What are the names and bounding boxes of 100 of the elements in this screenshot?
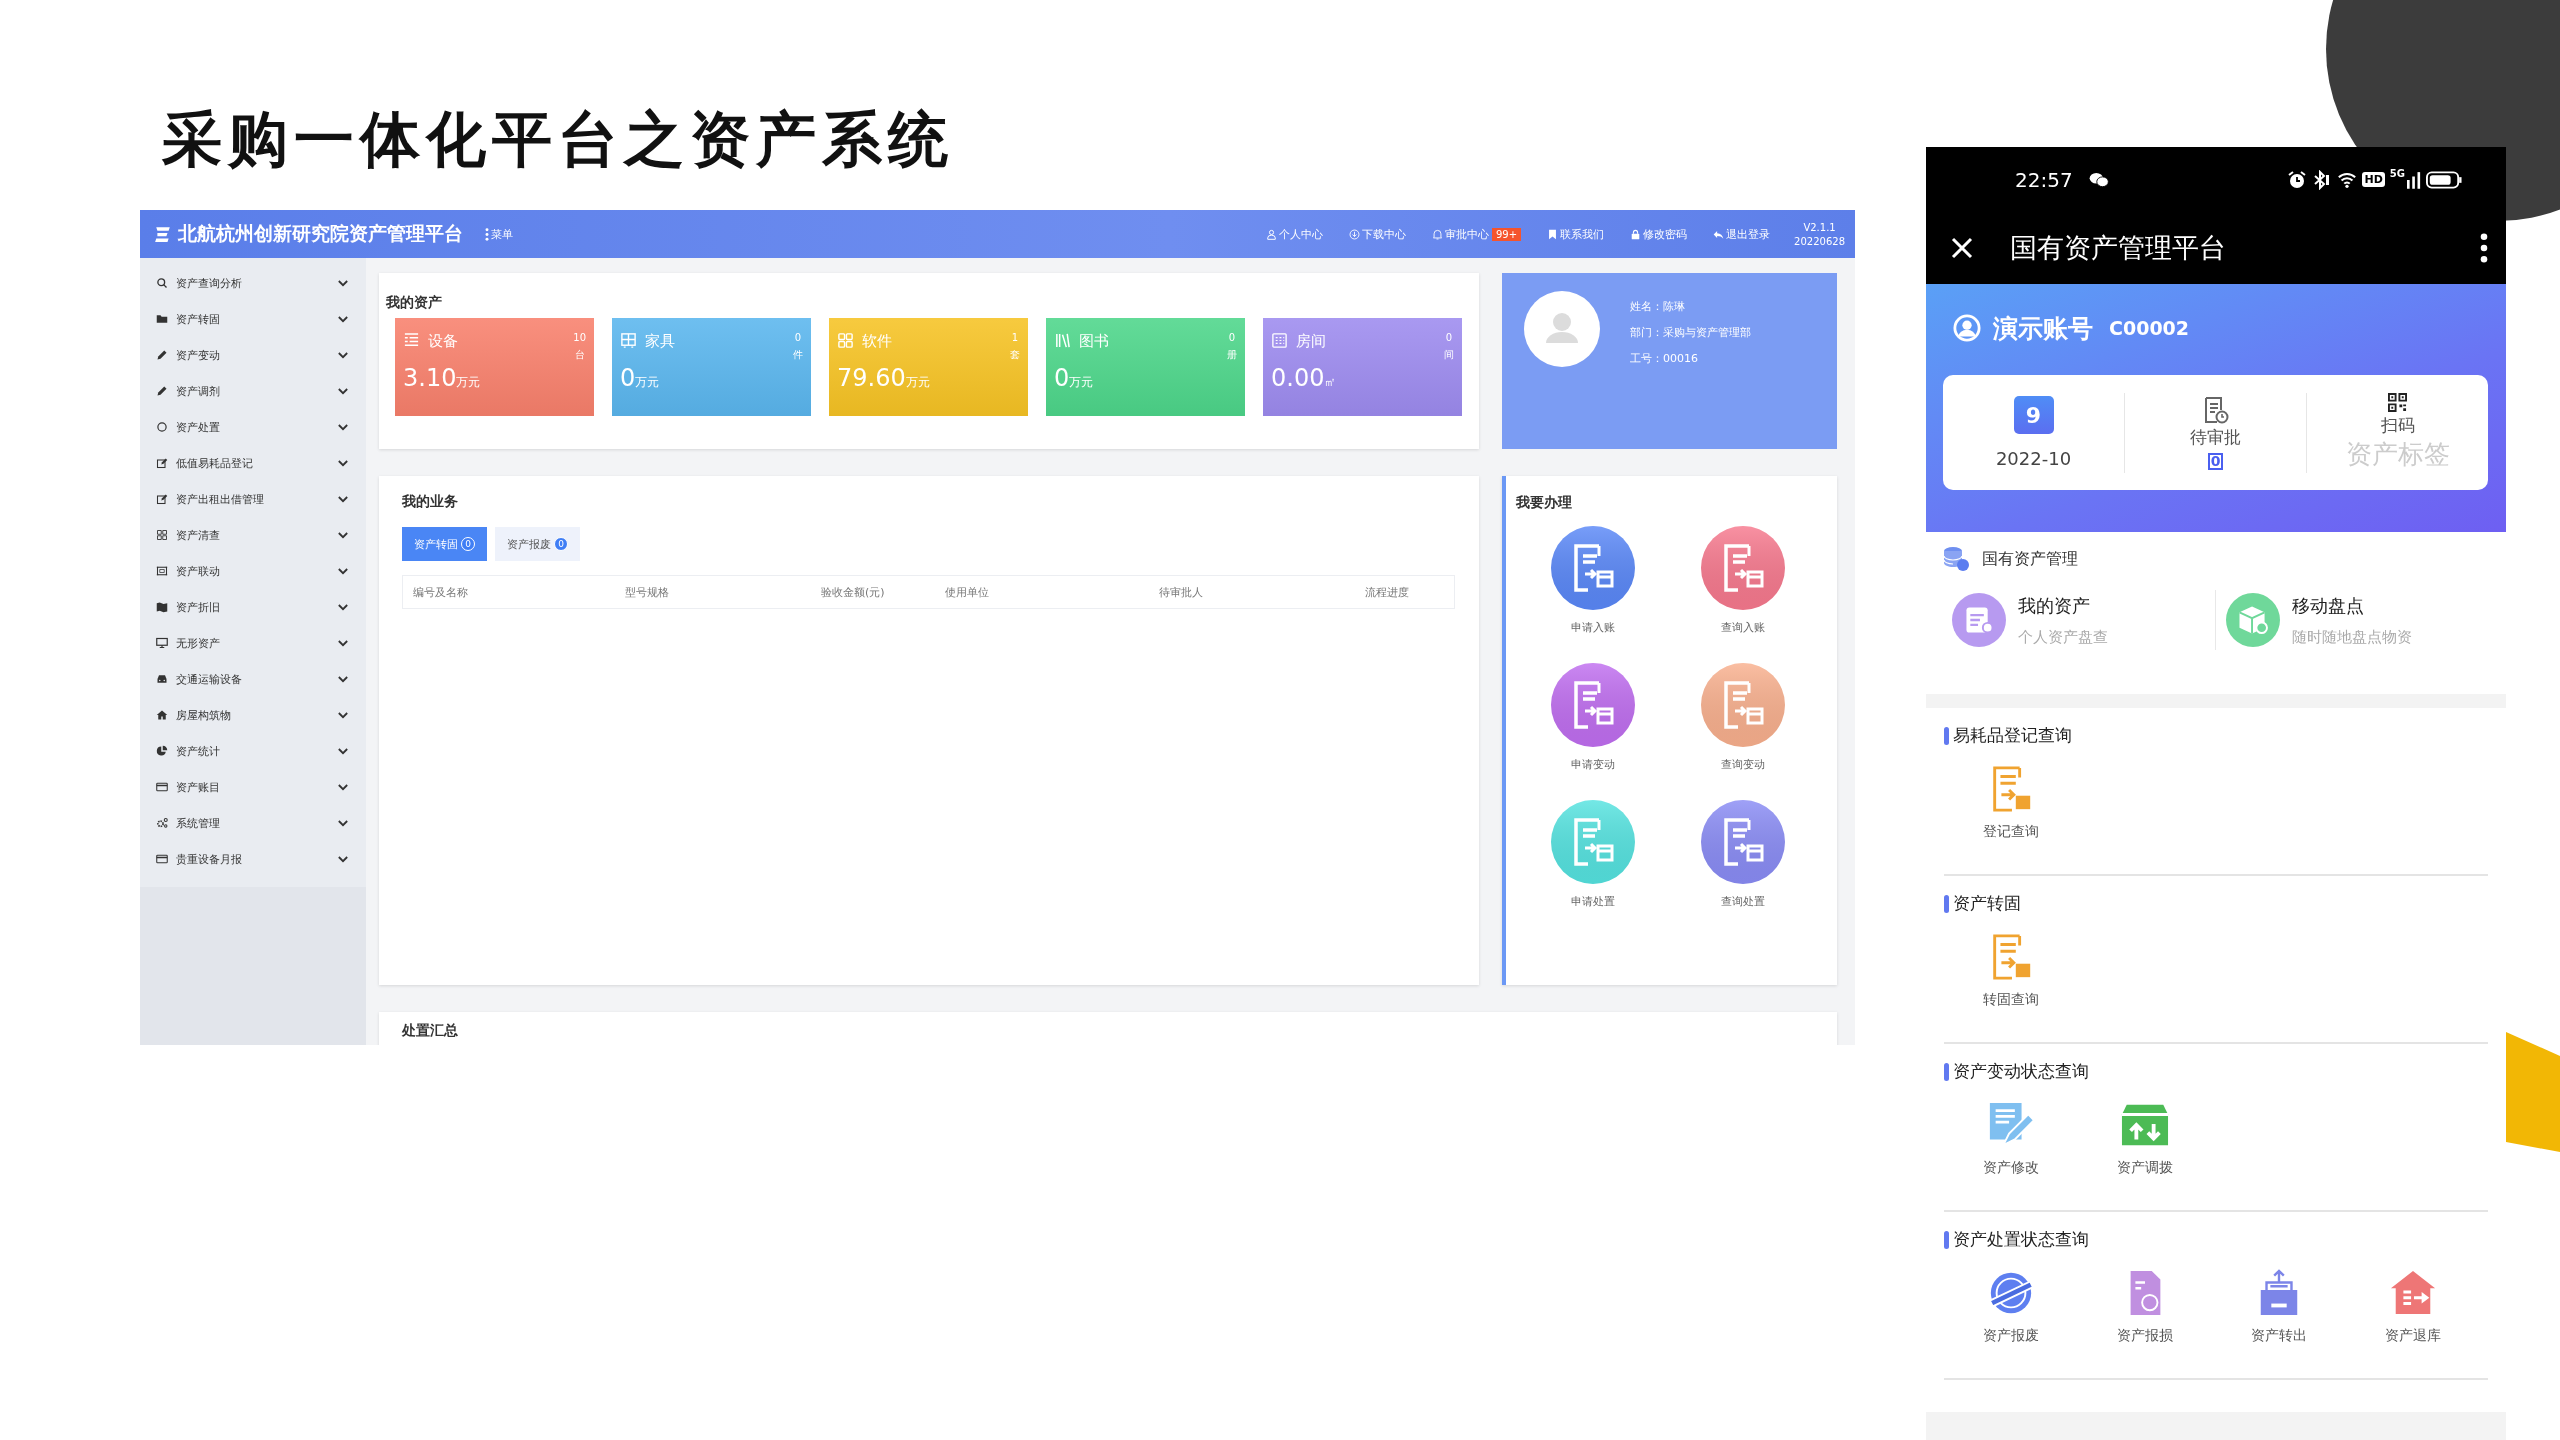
bookmark-icon bbox=[1547, 228, 1559, 240]
unit-label: 万元 bbox=[905, 375, 930, 391]
sidebar-item[interactable]: 资产统计 bbox=[140, 733, 366, 769]
pie-chart-icon bbox=[156, 745, 168, 757]
asset-count: 1 bbox=[1011, 332, 1019, 343]
action-button[interactable]: 查询变动 bbox=[1668, 663, 1818, 772]
logo-icon bbox=[154, 225, 172, 243]
document-box-icon bbox=[1701, 663, 1785, 747]
pencil-icon bbox=[156, 349, 168, 361]
sidebar-item[interactable]: 无形资产 bbox=[140, 625, 366, 661]
unit-label: 套 bbox=[1010, 348, 1020, 362]
hd-indicator: HD bbox=[2362, 172, 2385, 187]
document-clock-icon bbox=[2202, 395, 2229, 424]
sidebar-item[interactable]: 房屋构筑物 bbox=[140, 697, 366, 733]
column-header: 使用单位 bbox=[945, 584, 990, 600]
action-button[interactable]: 申请变动 bbox=[1518, 663, 1668, 772]
accent-bar bbox=[1944, 894, 1949, 913]
chevron-down-icon bbox=[338, 855, 348, 863]
window-title: 国有资产管理平台 bbox=[2010, 231, 2226, 265]
document-box-icon bbox=[1551, 663, 1635, 747]
quick-action[interactable]: 待审批 0 bbox=[2125, 395, 2306, 470]
function-button[interactable]: 资产调拨 bbox=[2078, 1101, 2212, 1177]
function-button[interactable]: 登记查询 bbox=[1944, 765, 2078, 841]
action-button[interactable]: 申请入账 bbox=[1518, 526, 1668, 635]
action-button[interactable]: 查询处置 bbox=[1668, 800, 1818, 909]
sidebar-item[interactable]: 系统管理 bbox=[140, 805, 366, 841]
frame-icon bbox=[156, 565, 168, 577]
tile-title: 我的资产 bbox=[2018, 593, 2091, 618]
accent-bar bbox=[1944, 1230, 1949, 1249]
map-icon bbox=[156, 601, 168, 613]
monitor-icon bbox=[156, 637, 168, 649]
nav-link[interactable]: 退出登录 bbox=[1713, 226, 1771, 242]
function-button[interactable]: 转固查询 bbox=[1944, 933, 2078, 1009]
grid-icon bbox=[837, 332, 854, 349]
chevron-down-icon bbox=[338, 459, 348, 467]
more-button[interactable] bbox=[2480, 233, 2488, 263]
feature-tile[interactable]: 我的资产 个人资产盘查 bbox=[1942, 593, 2215, 647]
tab[interactable]: 资产报废 0 bbox=[495, 527, 580, 561]
asset-value: 0 bbox=[1054, 364, 1070, 392]
feature-tile[interactable]: 移动盘点 随时随地盘点物资 bbox=[2215, 593, 2488, 647]
tile-title: 移动盘点 bbox=[2291, 593, 2365, 618]
function-button[interactable]: 资产退库 bbox=[2346, 1269, 2480, 1345]
tile-subtitle: 个人资产盘查 bbox=[2018, 627, 2108, 647]
panel-title: 我的业务 bbox=[402, 493, 459, 511]
unit-label: ㎡ bbox=[1324, 374, 1337, 391]
sidebar-item[interactable]: 资产变动 bbox=[140, 337, 366, 373]
function-button[interactable]: 资产报废 bbox=[1944, 1269, 2078, 1345]
quick-action[interactable]: 9 2022-10 bbox=[1943, 396, 2124, 469]
tab[interactable]: 资产转固 0 bbox=[402, 527, 487, 561]
menu-button[interactable]: 菜单 bbox=[485, 226, 513, 242]
unit-label: 万元 bbox=[635, 375, 660, 391]
function-button[interactable]: 资产报损 bbox=[2078, 1269, 2212, 1345]
slide-title: 采购一体化平台之资产系统 bbox=[162, 103, 955, 176]
chevron-down-icon bbox=[338, 315, 348, 323]
sidebar-item[interactable]: 资产联动 bbox=[140, 553, 366, 589]
network-label: 5G bbox=[2389, 167, 2405, 179]
function-button[interactable]: 资产修改 bbox=[1944, 1101, 2078, 1177]
asset-label: 图书 bbox=[1079, 332, 1109, 351]
sidebar-item[interactable]: 资产清查 bbox=[140, 517, 366, 553]
sidebar-item[interactable]: 贵重设备月报 bbox=[140, 841, 366, 877]
building-icon bbox=[1271, 332, 1288, 349]
action-button[interactable]: 申请处置 bbox=[1518, 800, 1668, 909]
sidebar-item[interactable]: 资产账目 bbox=[140, 769, 366, 805]
document-box-icon bbox=[1701, 800, 1785, 884]
app-title: 北航杭州创新研究院资产管理平台 bbox=[178, 221, 463, 246]
calendar-icon: 9 bbox=[2013, 396, 2054, 434]
unit-label: 册 bbox=[1227, 348, 1237, 362]
tile-subtitle: 随时随地盘点物资 bbox=[2291, 627, 2412, 647]
list-icon bbox=[403, 332, 420, 349]
sidebar-item[interactable]: 资产查询分析 bbox=[140, 265, 366, 301]
bell-icon bbox=[1432, 228, 1443, 240]
clock-text: 22:57 bbox=[2015, 167, 2073, 192]
qr-code-icon bbox=[2388, 393, 2407, 412]
action-button[interactable]: 查询入账 bbox=[1668, 526, 1818, 635]
sidebar-item[interactable]: 低值易耗品登记 bbox=[140, 445, 366, 481]
avatar-icon bbox=[1524, 291, 1600, 367]
sidebar-item[interactable]: 资产转固 bbox=[140, 301, 366, 337]
asset-value: 79.60 bbox=[837, 364, 906, 392]
chevron-down-icon bbox=[338, 351, 348, 359]
sidebar-item[interactable]: 资产调剂 bbox=[140, 373, 366, 409]
sidebar-item[interactable]: 资产处置 bbox=[140, 409, 366, 445]
edit-icon bbox=[156, 493, 168, 505]
chevron-down-icon bbox=[338, 819, 348, 827]
profile-info: 工号：00016 bbox=[1630, 351, 1699, 366]
ring-icon bbox=[156, 421, 168, 433]
date-label: 2022-10 bbox=[1995, 448, 2072, 469]
more-icon bbox=[2480, 233, 2488, 263]
nav-link[interactable]: 修改密码 bbox=[1630, 226, 1688, 242]
close-button[interactable] bbox=[1950, 236, 1974, 260]
function-button[interactable]: 资产转出 bbox=[2212, 1269, 2346, 1345]
unit-label: 万元 bbox=[1069, 375, 1094, 391]
sidebar-item[interactable]: 交通运输设备 bbox=[140, 661, 366, 697]
sidebar-item[interactable]: 资产出租出借管理 bbox=[140, 481, 366, 517]
group-title: 资产转固 bbox=[1953, 892, 2021, 915]
sidebar-item[interactable]: 资产折旧 bbox=[140, 589, 366, 625]
section-title: 国有资产管理 bbox=[1982, 548, 2078, 570]
version-label: V2.1.1 bbox=[1803, 221, 1836, 233]
chevron-down-icon bbox=[338, 495, 348, 503]
document-box-icon bbox=[1701, 526, 1785, 610]
card-icon bbox=[156, 853, 168, 865]
